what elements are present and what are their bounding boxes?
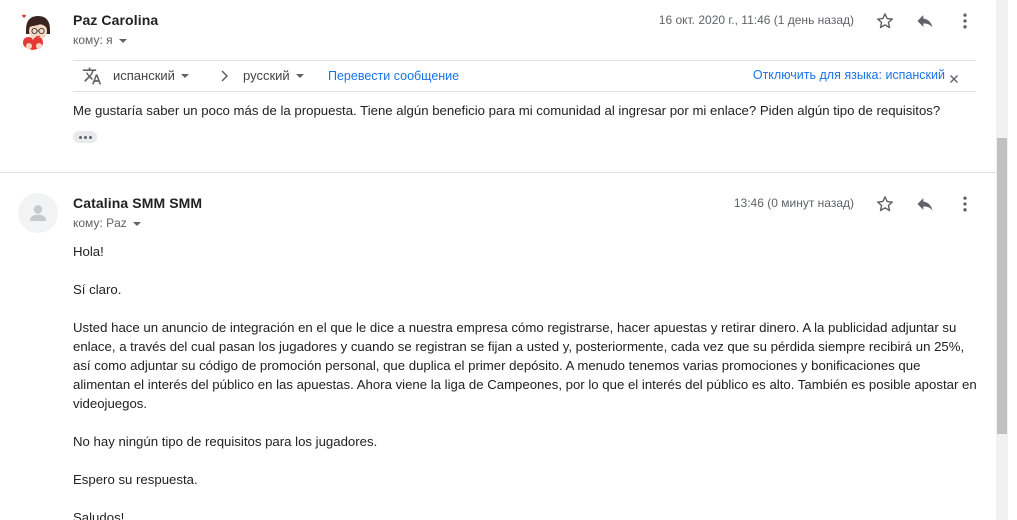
reply-button[interactable] — [913, 9, 937, 33]
message-1: Paz Carolina кому: я 16 окт. 2020 г., 11… — [0, 0, 996, 172]
chevron-down-icon — [118, 38, 127, 43]
disable-translation-link[interactable]: Отключить для языка: испанский — [753, 68, 945, 82]
recipients-label: кому: я — [73, 33, 113, 47]
recipients-toggle[interactable]: кому: я — [73, 33, 127, 47]
chevron-down-icon — [180, 73, 189, 78]
message-2: Catalina SMM SMM кому: Paz 13:46 (0 мину… — [0, 173, 996, 520]
close-icon[interactable] — [949, 71, 959, 89]
sender-name[interactable]: Paz Carolina — [73, 12, 158, 28]
message-date: 13:46 (0 минут назад) — [733, 196, 854, 210]
avatar-illustration — [18, 10, 58, 50]
more-vert-icon — [963, 13, 967, 29]
star-button[interactable] — [873, 192, 897, 216]
recipients-label: кому: Paz — [73, 216, 127, 230]
more-options-button[interactable] — [953, 9, 977, 33]
reply-icon — [917, 15, 933, 28]
chevron-right-icon — [220, 69, 230, 88]
star-icon — [877, 13, 893, 29]
translate-icon — [82, 67, 102, 85]
body-paragraph: Hola! — [73, 244, 104, 259]
chevron-down-icon — [295, 73, 304, 78]
show-trimmed-content-button[interactable] — [73, 131, 97, 143]
translation-bar: испанский русский Перевести сообщение От… — [73, 60, 976, 92]
body-paragraph: Saludos! — [73, 510, 125, 520]
translate-message-link[interactable]: Перевести сообщение — [328, 69, 459, 83]
reply-icon — [917, 198, 933, 211]
chevron-down-icon — [132, 221, 141, 226]
body-paragraph: No hay ningún tipo de requisitos para lo… — [73, 434, 378, 449]
message-date: 16 окт. 2020 г., 11:46 (1 день назад) — [658, 13, 854, 27]
sender-avatar[interactable] — [18, 193, 58, 233]
more-options-button[interactable] — [953, 192, 977, 216]
more-vert-icon — [963, 196, 967, 212]
person-icon — [30, 205, 46, 221]
star-icon — [877, 196, 893, 212]
body-paragraph: Espero su respuesta. — [73, 472, 198, 487]
star-button[interactable] — [873, 9, 897, 33]
source-language-label: испанский — [113, 68, 175, 83]
body-paragraph: Sí claro. — [73, 282, 122, 297]
target-language-label: русский — [243, 68, 290, 83]
message-body: Me gustaría saber un poco más de la prop… — [73, 103, 941, 118]
ellipsis-dot — [78, 135, 82, 139]
scrollbar-thumb[interactable] — [997, 138, 1007, 434]
sender-name[interactable]: Catalina SMM SMM — [73, 195, 202, 211]
reply-button[interactable] — [913, 192, 937, 216]
ellipsis-dot — [88, 135, 92, 139]
target-language-select[interactable]: русский — [243, 68, 304, 83]
translate-button[interactable] — [80, 64, 104, 88]
message-body: Hola! Sí claro. Usted hace un anuncio de… — [73, 242, 978, 520]
sender-avatar[interactable] — [18, 10, 58, 50]
body-paragraph: Usted hace un anuncio de integración en … — [73, 320, 977, 411]
source-language-select[interactable]: испанский — [113, 68, 189, 83]
ellipsis-dot — [83, 135, 87, 139]
recipients-toggle[interactable]: кому: Paz — [73, 216, 141, 230]
